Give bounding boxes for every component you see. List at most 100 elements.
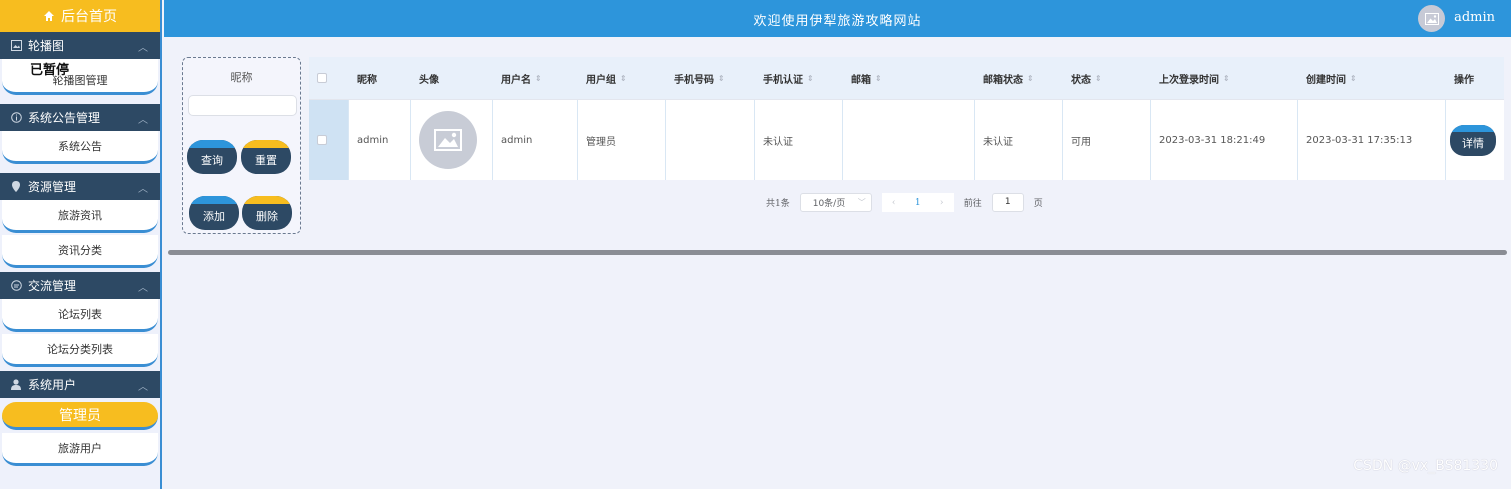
sidebar-item-label: 旅游用户 — [58, 442, 102, 455]
status-cell: 可用 — [1063, 100, 1151, 180]
email-status-cell: 未认证 — [975, 100, 1063, 180]
sort-icon[interactable]: ⇕ — [1223, 74, 1230, 83]
group-communication[interactable]: 交流管理 ︿ — [0, 272, 160, 299]
group-system-users[interactable]: 系统用户 ︿ — [0, 371, 160, 398]
avatar[interactable] — [1418, 5, 1445, 32]
sort-icon[interactable]: ⇕ — [875, 74, 882, 83]
chevron-up-icon: ︿ — [138, 115, 148, 126]
goto-prefix: 前往 — [963, 199, 982, 209]
column-header[interactable]: 用户组 ⇕ — [578, 57, 666, 99]
paused-overlay: 已暂停 — [30, 63, 70, 78]
group-notice[interactable]: 系统公告管理 ︿ — [0, 104, 160, 131]
add-button[interactable]: 添加 — [189, 196, 239, 230]
sort-icon[interactable]: ⇕ — [535, 74, 542, 83]
reset-button[interactable]: 重置 — [241, 140, 291, 174]
column-header: 操作 — [1446, 57, 1504, 99]
page-size-select[interactable]: 10条/页 ﹀ — [799, 193, 872, 212]
sidebar: 后台首页 轮播图 ︿ 轮播图管理 系统公告管理 ︿ 系统公告 资源管理 ︿ 旅游… — [0, 0, 162, 489]
group-resource[interactable]: 资源管理 ︿ — [0, 173, 160, 200]
group-carousel[interactable]: 轮播图 ︿ — [0, 32, 160, 59]
chevron-up-icon: ︿ — [138, 283, 148, 294]
sidebar-item-travel-news[interactable]: 旅游资讯 — [2, 200, 158, 233]
column-label: 手机认证 — [763, 74, 803, 86]
sort-icon[interactable]: ⇕ — [1027, 74, 1034, 83]
row-checkbox[interactable] — [317, 135, 327, 145]
detail-button[interactable]: 详情 — [1450, 124, 1496, 156]
avatar-cell — [411, 100, 493, 180]
reset-button-label: 重置 — [255, 154, 277, 167]
chevron-up-icon: ︿ — [138, 382, 148, 393]
sort-icon[interactable]: ⇕ — [807, 74, 814, 83]
sort-icon[interactable]: ⇕ — [1095, 74, 1102, 83]
site-title: 欢迎使用伊犁旅游攻略网站 — [753, 14, 922, 29]
table-row: admin admin 管理员 未认证 未认证 可用 2023-03-31 18… — [309, 100, 1504, 180]
header-username[interactable]: admin — [1454, 10, 1495, 25]
column-header[interactable]: 创建时间 ⇕ — [1298, 57, 1446, 99]
prev-page-icon[interactable]: ‹ — [882, 198, 906, 208]
chevron-up-icon: ︿ — [138, 184, 148, 195]
current-page[interactable]: 1 — [906, 198, 930, 208]
pagination: 共1条 10条/页 ﹀ ‹ 1 › 前往 1 页 — [766, 193, 1043, 212]
sidebar-item-label: 资讯分类 — [58, 244, 102, 257]
goto-suffix: 页 — [1033, 199, 1043, 209]
info-icon — [10, 112, 22, 124]
data-table: 昵称 头像 用户名 ⇕ 用户组 ⇕ 手机号码 ⇕ 手机认证 ⇕ 邮箱 ⇕ 邮箱状态 ⇕ 状态… — [309, 57, 1504, 180]
query-button[interactable]: 查询 — [187, 140, 237, 174]
column-header[interactable]: 状态 ⇕ — [1063, 57, 1151, 99]
delete-button-label: 删除 — [256, 210, 278, 223]
image-icon — [10, 40, 22, 52]
row-select-cell — [309, 100, 349, 180]
sidebar-item-label: 论坛列表 — [58, 308, 102, 321]
action-cell: 详情 — [1446, 100, 1504, 180]
sort-icon[interactable]: ⇕ — [718, 74, 725, 83]
column-header: 头像 — [411, 57, 493, 99]
next-page-icon[interactable]: › — [930, 198, 954, 208]
query-button-label: 查询 — [201, 154, 223, 167]
column-label: 状态 — [1071, 74, 1091, 86]
page-nav: ‹ 1 › — [881, 193, 954, 212]
sidebar-item-travel-users[interactable]: 旅游用户 — [2, 433, 158, 466]
horizontal-scrollbar[interactable] — [168, 250, 1507, 255]
add-button-label: 添加 — [203, 210, 225, 223]
sidebar-item-forum-category[interactable]: 论坛分类列表 — [2, 334, 158, 367]
search-panel: 昵称 查询 重置 添加 删除 — [182, 57, 301, 234]
sidebar-item-admin[interactable]: 管理员 — [2, 402, 158, 430]
group-label: 资源管理 — [28, 180, 77, 194]
column-label: 用户名 — [501, 74, 531, 86]
sidebar-item-label: 旅游资讯 — [58, 209, 102, 222]
home-label: 后台首页 — [61, 9, 117, 25]
table-header: 昵称 头像 用户名 ⇕ 用户组 ⇕ 手机号码 ⇕ 手机认证 ⇕ 邮箱 ⇕ 邮箱状态 ⇕ 状态… — [309, 57, 1504, 100]
username-cell: admin — [493, 100, 578, 180]
column-label: 昵称 — [357, 74, 377, 86]
column-header[interactable]: 手机号码 ⇕ — [666, 57, 755, 99]
home-link[interactable]: 后台首页 — [0, 0, 160, 32]
column-header[interactable]: 邮箱状态 ⇕ — [975, 57, 1063, 99]
column-label: 创建时间 — [1306, 74, 1346, 86]
chevron-up-icon: ︿ — [138, 43, 148, 54]
select-all-checkbox[interactable] — [317, 73, 327, 83]
column-header[interactable]: 上次登录时间 ⇕ — [1151, 57, 1298, 99]
sidebar-item-news-category[interactable]: 资讯分类 — [2, 235, 158, 268]
location-icon — [10, 180, 22, 193]
nickname-cell: admin — [349, 100, 411, 180]
column-header: 昵称 — [349, 57, 411, 99]
goto-page-input[interactable]: 1 — [991, 193, 1024, 212]
sidebar-item-carousel-manage[interactable]: 轮播图管理 — [2, 59, 158, 95]
column-label: 邮箱 — [851, 74, 871, 86]
sidebar-item-notice[interactable]: 系统公告 — [2, 131, 158, 164]
column-header[interactable]: 邮箱 ⇕ — [843, 57, 975, 99]
phone-cell — [666, 100, 755, 180]
sidebar-item-label: 论坛分类列表 — [47, 343, 113, 356]
sidebar-item-label: 系统公告 — [58, 140, 102, 153]
sort-icon[interactable]: ⇕ — [620, 74, 627, 83]
nickname-search-input[interactable] — [188, 95, 297, 116]
pagination-total: 共1条 — [766, 199, 790, 209]
created-cell: 2023-03-31 17:35:13 — [1298, 100, 1446, 180]
sort-icon[interactable]: ⇕ — [1350, 74, 1357, 83]
delete-button[interactable]: 删除 — [242, 196, 292, 230]
top-header: 欢迎使用伊犁旅游攻略网站 admin — [164, 0, 1511, 37]
column-header[interactable]: 用户名 ⇕ — [493, 57, 578, 99]
column-header[interactable]: 手机认证 ⇕ — [755, 57, 843, 99]
sidebar-item-forum-list[interactable]: 论坛列表 — [2, 299, 158, 332]
group-label: 系统公告管理 — [28, 111, 101, 125]
